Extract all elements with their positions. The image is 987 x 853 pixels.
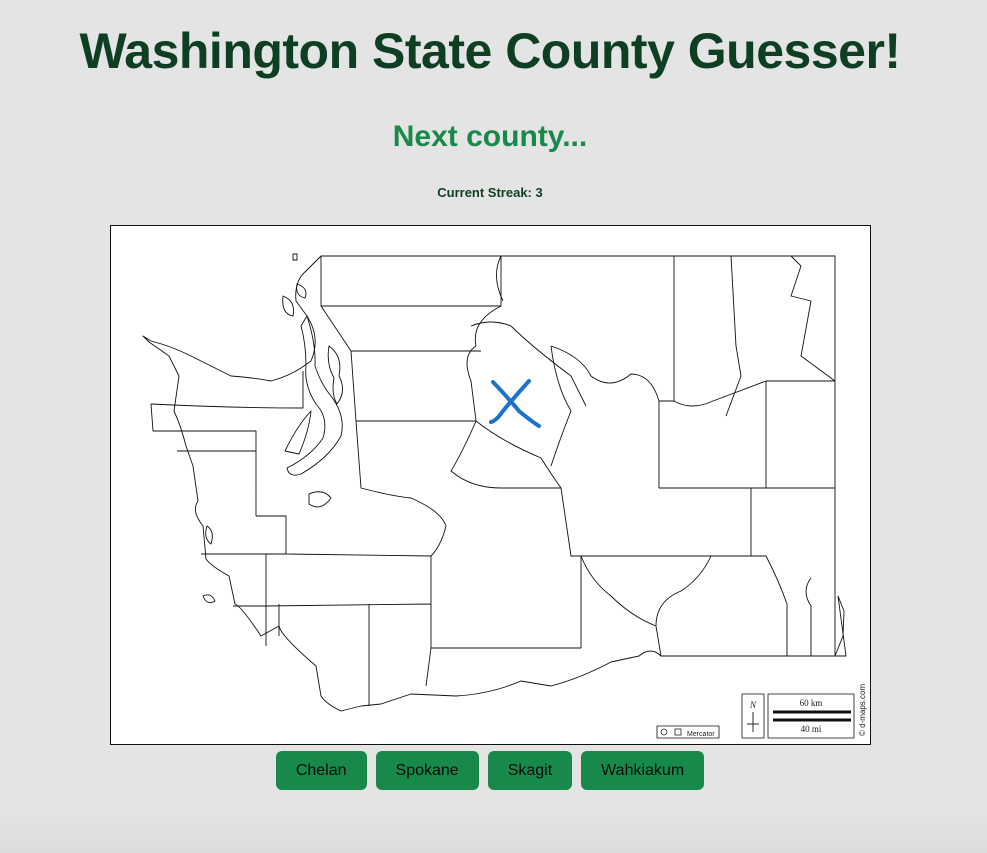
state-outline [142, 255, 847, 712]
target-marker [489, 379, 541, 428]
answer-options: Chelan Spokane Skagit Wahkiakum [0, 751, 980, 790]
scale-mi-label: 40 mi [801, 724, 822, 734]
county-map: N 60 km 40 mi Mercator © d-maps.com [110, 225, 871, 745]
grays-harbor [202, 594, 216, 604]
question-prompt: Next county... [392, 120, 588, 153]
willapa-bay [205, 525, 213, 545]
island-1 [282, 295, 294, 317]
inlet-south [308, 491, 332, 508]
streak-counter: Current Streak: 3 [437, 185, 543, 200]
answer-wahkiakum-button[interactable]: Wahkiakum [581, 751, 705, 790]
north-label: N [749, 700, 757, 710]
answer-spokane-button[interactable]: Spokane [375, 751, 479, 790]
page-footer-shade [0, 813, 987, 853]
county-lines [150, 255, 836, 706]
hood-canal [284, 410, 312, 455]
answer-chelan-button[interactable]: Chelan [275, 751, 367, 790]
projection-label: Mercator [687, 731, 715, 738]
map-svg: N 60 km 40 mi Mercator © d-maps.com [142, 253, 867, 739]
answer-skagit-button[interactable]: Skagit [487, 751, 573, 790]
small-isle [292, 253, 298, 261]
page-title: Washington State County Guesser! [79, 23, 901, 79]
island-2 [296, 283, 307, 299]
map-credit: © d-maps.com [858, 684, 867, 736]
scale-km-label: 60 km [800, 698, 823, 708]
